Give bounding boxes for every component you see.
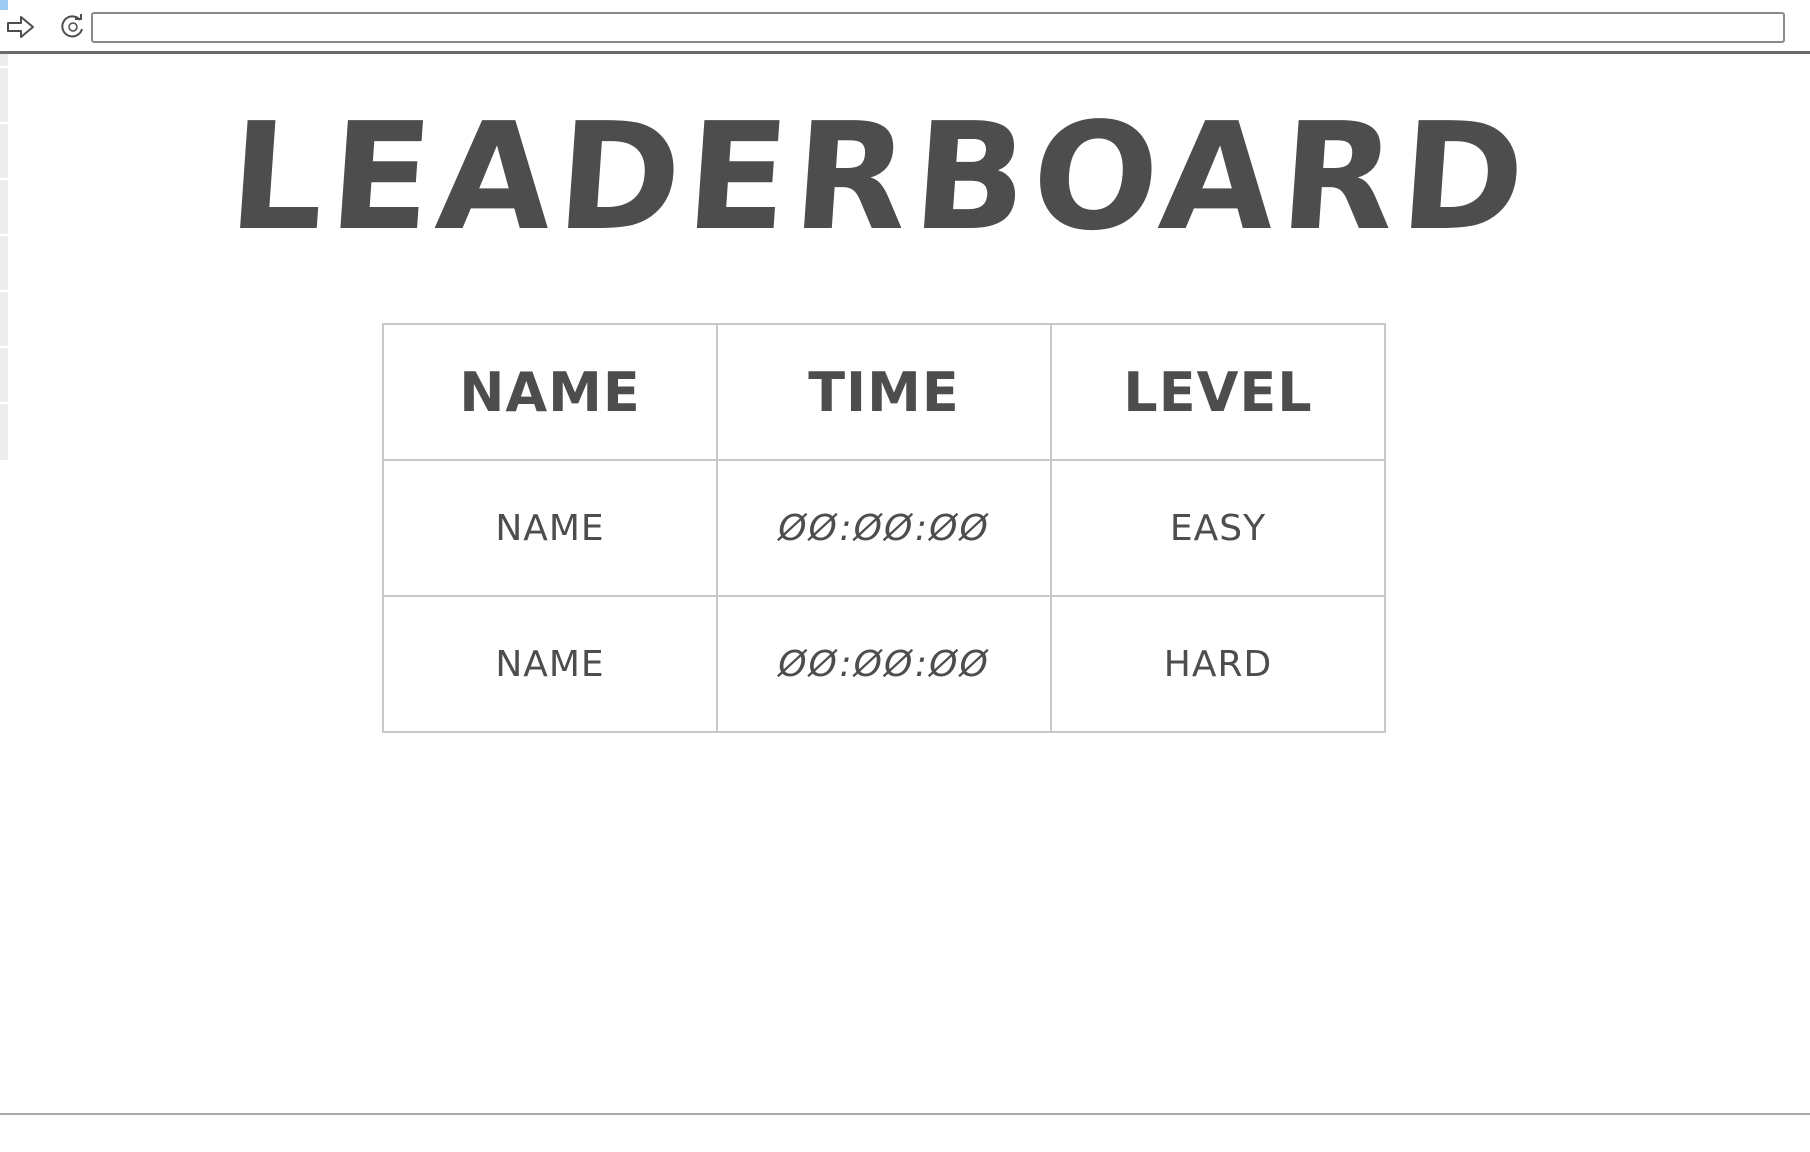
strip-divider (0, 290, 8, 292)
table-row: NAME ØØ:ØØ:ØØ HARD (382, 595, 1386, 733)
strip-accent (0, 0, 8, 10)
strip-divider (0, 346, 8, 348)
leaderboard-table: NAME TIME LEVEL NAME ØØ:ØØ:ØØ EASY NAME … (382, 323, 1386, 733)
column-header-level: LEVEL (1050, 323, 1386, 461)
reload-button[interactable] (56, 10, 90, 44)
cell-level: HARD (1050, 595, 1386, 733)
leaderboard-page: LEADERBOARD NAME TIME LEVEL NAME ØØ:ØØ:Ø… (0, 0, 1810, 1152)
cell-level: EASY (1050, 459, 1386, 597)
page-title: LEADERBOARD (224, 91, 1536, 263)
forward-button[interactable] (4, 10, 38, 44)
bottom-divider (0, 1113, 1810, 1115)
strip-divider (0, 402, 8, 404)
reload-icon (61, 14, 83, 38)
strip-divider (0, 66, 8, 68)
cell-name: NAME (382, 595, 718, 733)
cell-time: ØØ:ØØ:ØØ (716, 459, 1052, 597)
table-row: NAME ØØ:ØØ:ØØ EASY (382, 459, 1386, 597)
table-header-row: NAME TIME LEVEL (382, 323, 1386, 461)
arrow-right-icon (7, 16, 34, 38)
cell-time: ØØ:ØØ:ØØ (716, 595, 1052, 733)
cell-name: NAME (382, 459, 718, 597)
url-bar[interactable] (91, 12, 1785, 43)
column-header-time: TIME (716, 323, 1052, 461)
browser-toolbar (0, 0, 1810, 54)
column-header-name: NAME (382, 323, 718, 461)
